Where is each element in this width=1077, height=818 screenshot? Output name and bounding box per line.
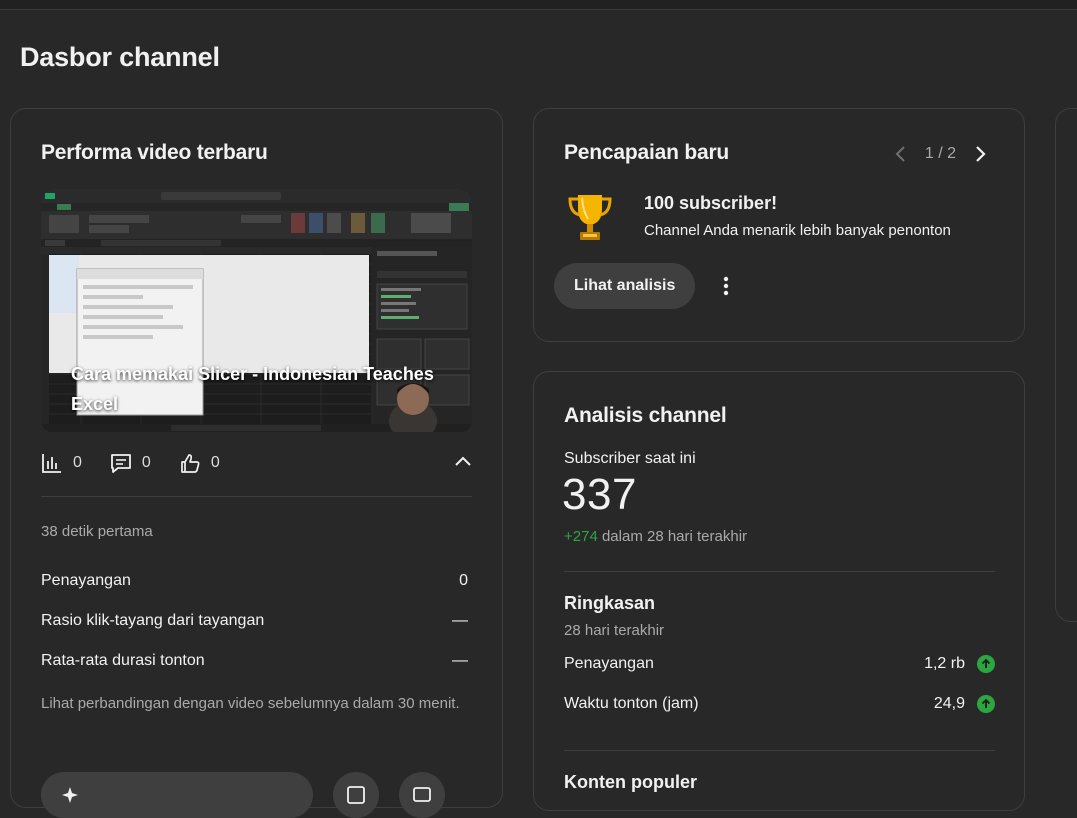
achievements-card-title: Pencapaian baru xyxy=(564,141,730,164)
achievements-card: Pencapaian baru 1 / 2 100 subscriber! Ch… xyxy=(533,108,1025,342)
bar-chart-icon xyxy=(42,454,61,473)
latest-video-card-title: Performa video terbaru xyxy=(41,141,268,164)
more-vert-icon[interactable] xyxy=(714,274,738,298)
top-bar xyxy=(0,0,1077,10)
view-analytics-button[interactable]: Lihat analisis xyxy=(554,263,696,309)
popular-content-title: Konten populer xyxy=(564,772,697,792)
subscribers-delta: +274 xyxy=(564,528,598,545)
arrow-up-icon xyxy=(977,695,995,713)
likes-count: 0 xyxy=(210,454,220,471)
summary-value: 24,9 xyxy=(933,695,965,712)
metric-row-ctr: Rasio klik-tayang dari tayangan — xyxy=(41,612,468,630)
metric-label: Penayangan xyxy=(41,572,131,589)
summary-label: Waktu tonton (jam) xyxy=(564,695,699,712)
divider xyxy=(564,750,995,751)
add-button[interactable] xyxy=(333,772,379,818)
summary-value-wrap: 24,9 xyxy=(934,695,995,713)
sparkle-action-button[interactable] xyxy=(41,772,313,818)
thumbs-up-icon xyxy=(180,454,200,473)
subscribers-count: 337 xyxy=(562,470,637,519)
metric-value: — xyxy=(452,652,468,669)
arrow-up-icon xyxy=(977,655,995,673)
partial-card xyxy=(1055,108,1077,622)
views-count: 0 xyxy=(73,454,82,471)
metric-row-avg-duration: Rata-rata durasi tonton — xyxy=(41,652,468,670)
latest-video-card: Performa video terbaru Cara memakai Slic… xyxy=(10,108,503,818)
metric-row-views: Penayangan 0 xyxy=(41,572,468,590)
achievements-pager: 1 / 2 xyxy=(889,142,992,166)
next-button[interactable] xyxy=(968,142,992,166)
summary-value: 1,2 rb xyxy=(924,655,965,672)
metric-value: 0 xyxy=(459,572,468,589)
comments-stat: 0 xyxy=(110,452,151,474)
divider xyxy=(564,571,995,572)
channel-analytics-card: Analisis channel Subscriber saat ini 337… xyxy=(533,371,1025,811)
subscribers-label: Subscriber saat ini xyxy=(564,450,696,467)
summary-label: Penayangan xyxy=(564,655,654,672)
summary-title: Ringkasan xyxy=(564,593,656,613)
trophy-icon xyxy=(568,195,612,240)
chevron-up-icon[interactable] xyxy=(451,450,475,474)
summary-value-wrap: 1,2 rb xyxy=(924,655,995,673)
comment-icon xyxy=(111,454,131,473)
video-stats-row: 0 0 0 xyxy=(41,452,248,474)
subscribers-delta-suffix: dalam 28 hari terakhir xyxy=(597,528,748,545)
summary-period: 28 hari terakhir xyxy=(564,622,665,639)
message-button[interactable] xyxy=(399,772,445,818)
pager-count: 1 / 2 xyxy=(924,145,956,162)
chevron-left-icon xyxy=(895,146,905,162)
comparison-note: Lihat perbandingan dengan video sebelumn… xyxy=(41,695,460,712)
achievement-description: Channel Anda menarik lebih banyak penont… xyxy=(644,222,951,239)
summary-row-views: Penayangan 1,2 rb xyxy=(564,655,995,673)
achievement-title: 100 subscriber! xyxy=(644,193,778,213)
likes-stat: 0 xyxy=(179,452,220,474)
metric-label: Rasio klik-tayang dari tayangan xyxy=(41,612,265,629)
add-box-icon xyxy=(347,786,365,804)
page-title: Dasbor channel xyxy=(20,42,220,72)
chevron-right-icon xyxy=(976,146,986,162)
video-title[interactable]: Cara memakai Slicer - Indonesian Teaches… xyxy=(71,359,451,419)
channel-analytics-card-title: Analisis channel xyxy=(564,404,727,427)
video-thumbnail[interactable]: Cara memakai Slicer - Indonesian Teaches… xyxy=(41,189,472,432)
subscribers-change: +274 dalam 28 hari terakhir xyxy=(564,528,747,545)
metric-label: Rata-rata durasi tonton xyxy=(41,652,205,669)
comments-count: 0 xyxy=(141,454,151,471)
message-icon xyxy=(413,787,431,802)
summary-row-watch-time: Waktu tonton (jam) 24,9 xyxy=(564,695,995,713)
metrics-period: 38 detik pertama xyxy=(41,523,153,540)
views-stat: 0 xyxy=(41,452,82,474)
previous-button[interactable] xyxy=(889,142,913,166)
divider xyxy=(41,496,472,497)
metric-value: — xyxy=(452,612,468,629)
